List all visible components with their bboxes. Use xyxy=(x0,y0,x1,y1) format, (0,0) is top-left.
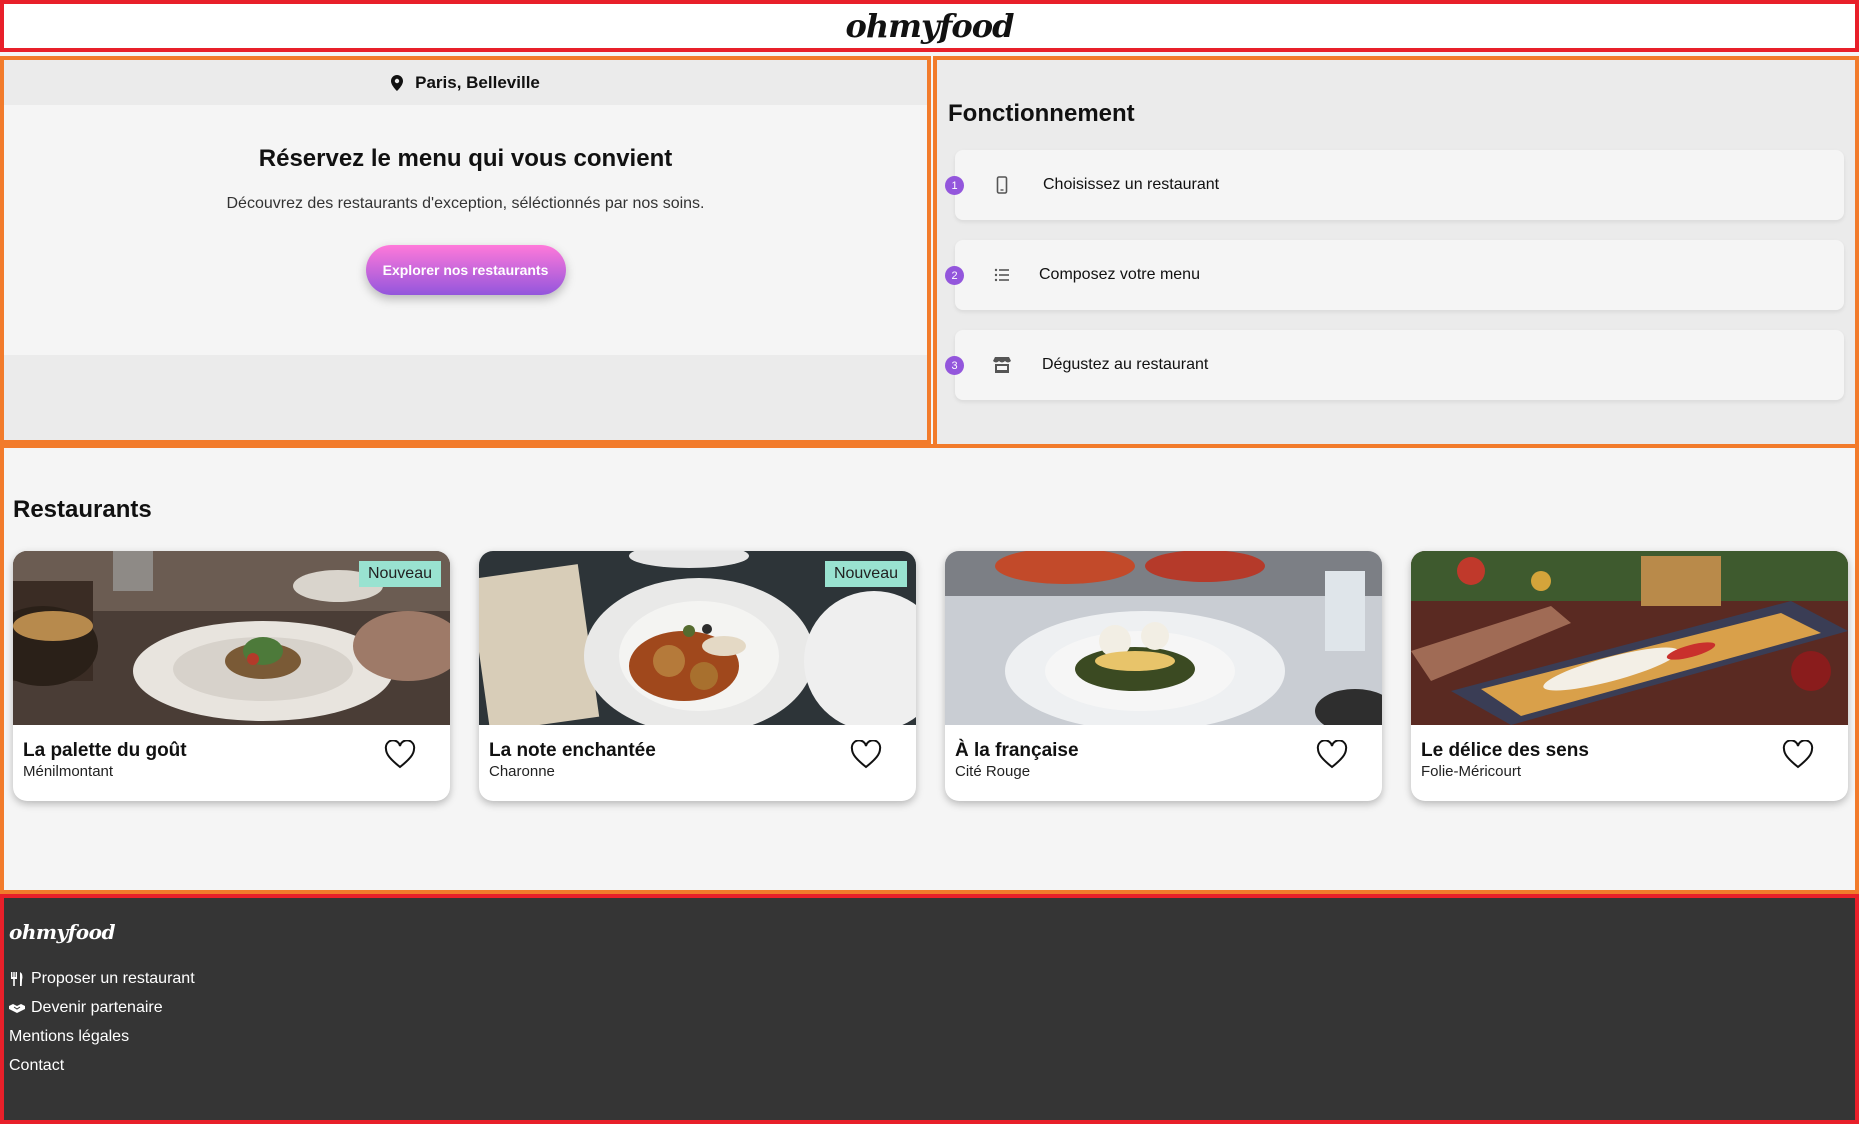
footer-logo[interactable]: ohmyfood xyxy=(9,920,115,944)
handshake-icon xyxy=(9,1004,25,1013)
footer-link-legal[interactable]: Mentions légales xyxy=(9,1028,129,1046)
footer-link-label: Mentions légales xyxy=(9,1028,130,1045)
restaurant-name: La note enchantée xyxy=(489,740,656,761)
hero-main: Réservez le menu qui vous convient Décou… xyxy=(4,105,927,355)
site-logo[interactable]: ohmyfood xyxy=(846,7,1015,45)
step-number: 3 xyxy=(945,356,964,375)
heart-icon[interactable] xyxy=(1782,740,1814,770)
restaurant-location: Ménilmontant xyxy=(23,763,114,780)
explore-restaurants-button[interactable]: Explorer nos restaurants xyxy=(365,245,566,295)
heart-icon[interactable] xyxy=(384,740,416,770)
step-card-choose[interactable]: 1 Choisissez un restaurant xyxy=(945,150,1844,220)
storefront-icon xyxy=(993,357,1011,373)
footer-link-label: Devenir partenaire xyxy=(31,999,163,1016)
step-label: Choisissez un restaurant xyxy=(1043,176,1220,193)
restaurant-location: Folie-Méricourt xyxy=(1421,763,1522,780)
footer-link-contact[interactable]: Contact xyxy=(9,1057,64,1075)
how-it-works-section: Fonctionnement 1 Choisissez un restauran… xyxy=(933,56,1859,448)
map-pin-icon xyxy=(391,74,404,91)
hero-subtitle: Découvrez des restaurants d'exception, s… xyxy=(226,195,705,212)
footer-link-label: Proposer un restaurant xyxy=(31,970,195,987)
footer-link-propose-restaurant[interactable]: Proposer un restaurant xyxy=(9,970,195,988)
step-label: Dégustez au restaurant xyxy=(1042,356,1209,373)
restaurants-title: Restaurants xyxy=(13,496,152,523)
site-header: ohmyfood xyxy=(0,0,1859,52)
list-icon xyxy=(994,268,1009,282)
restaurant-name: La palette du goût xyxy=(23,740,187,761)
hero-section: Paris, Belleville Réservez le menu qui v… xyxy=(0,56,931,444)
step-number: 1 xyxy=(945,176,964,195)
step-card-enjoy[interactable]: 3 Dégustez au restaurant xyxy=(945,330,1844,400)
heart-icon[interactable] xyxy=(1316,740,1348,770)
footer-link-become-partner[interactable]: Devenir partenaire xyxy=(9,999,163,1017)
restaurant-location: Charonne xyxy=(489,763,555,780)
heart-icon[interactable] xyxy=(850,740,882,770)
restaurant-photo xyxy=(945,551,1382,725)
restaurant-card[interactable]: Le délice des sens Folie-Méricourt xyxy=(1411,551,1848,801)
restaurant-card[interactable]: À la française Cité Rouge xyxy=(945,551,1382,801)
step-label: Composez votre menu xyxy=(1039,266,1200,283)
restaurant-card[interactable]: Nouveau La note enchantée Charonne xyxy=(479,551,916,801)
restaurant-photo xyxy=(1411,551,1848,725)
restaurants-section: Restaurants Nouveau La palette du goût M… xyxy=(0,444,1859,894)
location-label: Paris, Belleville xyxy=(415,72,540,92)
restaurant-location: Cité Rouge xyxy=(955,763,1031,780)
site-footer: ohmyfood Proposer un restaurant Devenir … xyxy=(0,894,1859,1124)
new-badge: Nouveau xyxy=(824,561,907,587)
restaurant-card[interactable]: Nouveau La palette du goût Ménilmontant xyxy=(13,551,450,801)
utensils-icon xyxy=(11,972,23,986)
restaurant-name: Le délice des sens xyxy=(1421,740,1589,761)
new-badge: Nouveau xyxy=(358,561,441,587)
footer-link-label: Contact xyxy=(9,1057,65,1074)
how-it-works-title: Fonctionnement xyxy=(948,100,1135,127)
restaurant-name: À la française xyxy=(955,740,1079,761)
hero-title: Réservez le menu qui vous convient xyxy=(258,145,673,172)
location-bar: Paris, Belleville xyxy=(4,60,927,105)
step-number: 2 xyxy=(945,266,964,285)
mobile-phone-icon xyxy=(996,176,1008,194)
step-card-compose[interactable]: 2 Composez votre menu xyxy=(945,240,1844,310)
